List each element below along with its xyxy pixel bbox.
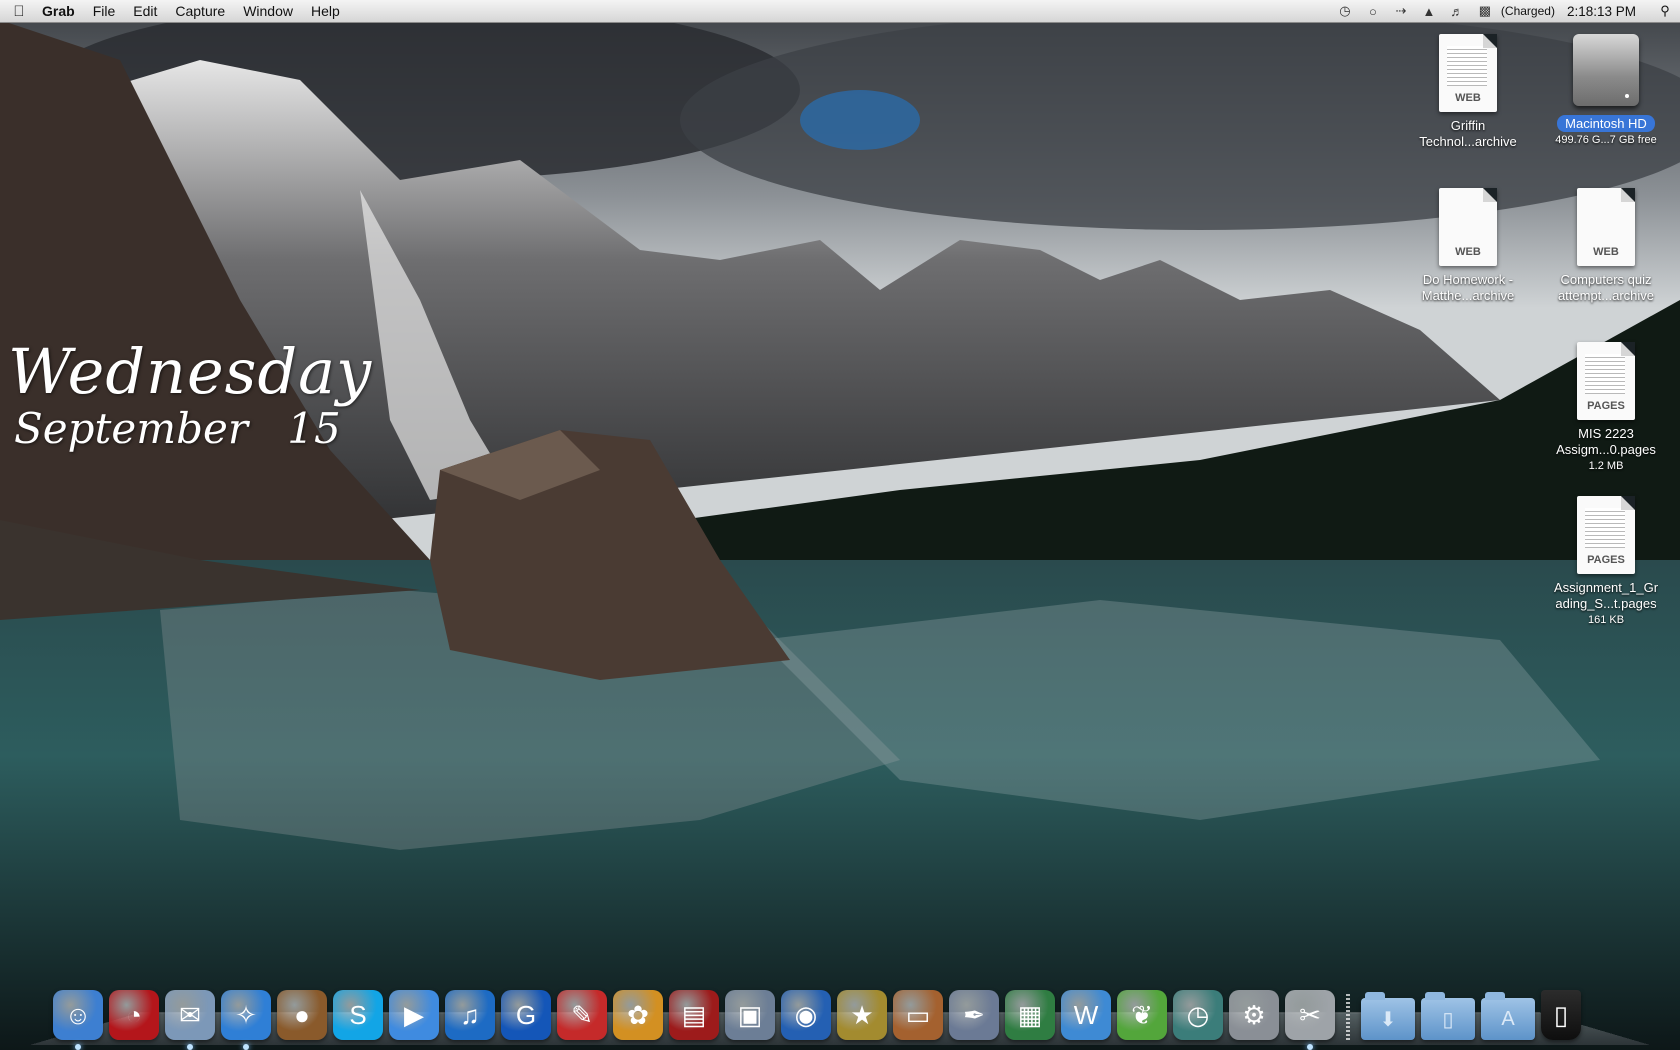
apple-menu-icon[interactable]:  — [0, 3, 38, 20]
icon-label-line2: ading_S...t.pages — [1555, 596, 1657, 611]
google-earth-icon[interactable]: G — [501, 990, 551, 1040]
menu-help[interactable]: Help — [302, 0, 349, 22]
icon-label-line1: Do Homework - — [1422, 272, 1514, 287]
system-preferences-icon[interactable]: ⚙ — [1229, 990, 1279, 1040]
pages-document-icon: PAGES — [1577, 496, 1635, 574]
evernote-icon[interactable]: ❦ — [1117, 990, 1167, 1040]
menu-bar:  Grab File Edit Capture Window Help ◷ ○… — [0, 0, 1680, 23]
menu-clock[interactable]: 2:18:13 PM — [1561, 4, 1650, 19]
web-archive-icon: WEB — [1439, 34, 1497, 112]
desktop-icon-griffin[interactable]: WEB Griffin Technol...archive — [1398, 34, 1538, 150]
spotlight-icon[interactable]: ⚲ — [1650, 3, 1680, 19]
app-menu-grab[interactable]: Grab — [38, 3, 84, 19]
volume-icon[interactable]: ♬ — [1443, 4, 1471, 19]
pages-document-icon: PAGES — [1577, 342, 1635, 420]
running-indicator — [1307, 1044, 1313, 1050]
keynote-icon[interactable]: ▭ — [893, 990, 943, 1040]
safari-icon[interactable]: ✧ — [221, 990, 271, 1050]
itunes-icon[interactable]: ♫ — [445, 990, 495, 1040]
icon-label-line1: Macintosh HD — [1557, 115, 1655, 132]
menu-capture[interactable]: Capture — [166, 0, 234, 22]
grab-icon[interactable]: ✂ — [1285, 990, 1335, 1050]
time-machine-icon[interactable]: ◷ — [1173, 990, 1223, 1040]
battery-status-text[interactable]: (Charged) — [1499, 4, 1561, 18]
ichat-icon[interactable]: ▶ — [389, 990, 439, 1040]
web-archive-icon: WEB — [1577, 188, 1635, 266]
desktop-icon-mis-2223[interactable]: PAGES MIS 2223 Assigm...0.pages 1.2 MB — [1536, 342, 1676, 474]
icon-label-line1: Griffin — [1450, 118, 1486, 133]
trash-icon[interactable]: ▯ — [1541, 990, 1581, 1040]
menu-edit[interactable]: Edit — [124, 0, 166, 22]
desktop-wallpaper — [0, 0, 1680, 1050]
finder-icon[interactable]: ☺ — [53, 990, 103, 1050]
desktop-icon-macintosh-hd[interactable]: Macintosh HD 499.76 G...7 GB free — [1536, 34, 1676, 148]
icon-label-line1: MIS 2223 — [1578, 426, 1634, 441]
icon-label-line1: Assignment_1_Gr — [1553, 580, 1659, 595]
numbers-icon[interactable]: ▦ — [1005, 990, 1055, 1040]
date-line: September 15 — [14, 404, 372, 453]
menu-window[interactable]: Window — [234, 0, 302, 22]
time-machine-icon[interactable]: ◷ — [1331, 3, 1359, 19]
running-indicator — [75, 1044, 81, 1050]
icon-label-line2: Technol...archive — [1419, 134, 1517, 149]
coconut-battery-icon[interactable]: ● — [277, 990, 327, 1040]
weekday-label: Wednesday — [8, 335, 373, 408]
front-row-icon[interactable]: ▤ — [669, 990, 719, 1040]
icon-label-line2: Matthe...archive — [1421, 288, 1515, 303]
dock: ☺ ◔ ✉ ✧ ● S ▶ ♫ G ✎ ✿ ▤ ▣ ◉ ★ ▭ ✒ ▦ W ❦ ◷ ⚙ ✂ ⬇ ▯ A ▯ — [50, 978, 1584, 1050]
battery-icon[interactable]: ▩ — [1471, 3, 1499, 19]
imovie-icon[interactable]: ★ — [837, 990, 887, 1040]
icon-label-line2: 499.76 G...7 GB free — [1555, 134, 1657, 146]
icon-label-line2: attempt...archive — [1557, 288, 1655, 303]
dvd-player-icon[interactable]: ◉ — [781, 990, 831, 1040]
month-label: September — [14, 404, 248, 453]
day-number-label: 15 — [287, 404, 341, 453]
downloads-folder-icon[interactable]: ⬇ — [1361, 992, 1415, 1040]
hard-drive-icon — [1573, 34, 1639, 106]
applications-folder-icon[interactable]: A — [1481, 992, 1535, 1040]
dashboard-icon[interactable]: ◔ — [109, 990, 159, 1040]
menu-file[interactable]: File — [84, 0, 125, 22]
mail-icon[interactable]: ✉ — [165, 990, 215, 1050]
running-indicator — [243, 1044, 249, 1050]
icon-label-line1: Computers quiz — [1560, 272, 1652, 287]
script-editor-icon[interactable]: ✒ — [949, 990, 999, 1040]
dock-separator[interactable] — [1346, 994, 1350, 1040]
documents-folder-icon[interactable]: ▯ — [1421, 992, 1475, 1040]
icon-file-size: 1.2 MB — [1588, 460, 1624, 472]
skype-icon[interactable]: S — [333, 990, 383, 1040]
icon-label-line2: Assigm...0.pages — [1556, 442, 1656, 457]
sync-icon[interactable]: ○ — [1359, 4, 1387, 19]
word-icon[interactable]: W — [1061, 990, 1111, 1040]
wifi-icon[interactable]: ▲ — [1415, 4, 1443, 19]
date-widget: Wednesday September 15 — [8, 335, 372, 453]
desktop-icon-assignment-1[interactable]: PAGES Assignment_1_Gr ading_S...t.pages … — [1536, 496, 1676, 628]
running-indicator — [187, 1044, 193, 1050]
icon-file-size: 161 KB — [1587, 614, 1625, 626]
desktop-icon-do-homework[interactable]: WEB Do Homework - Matthe...archive — [1398, 188, 1538, 304]
desktop-icon-computers-quiz[interactable]: WEB Computers quiz attempt...archive — [1536, 188, 1676, 304]
pixelmator-icon[interactable]: ✎ — [557, 990, 607, 1040]
adium-icon[interactable]: ✿ — [613, 990, 663, 1040]
web-archive-icon: WEB — [1439, 188, 1497, 266]
bluetooth-icon[interactable]: ⇢ — [1387, 3, 1415, 19]
iphoto-icon[interactable]: ▣ — [725, 990, 775, 1040]
